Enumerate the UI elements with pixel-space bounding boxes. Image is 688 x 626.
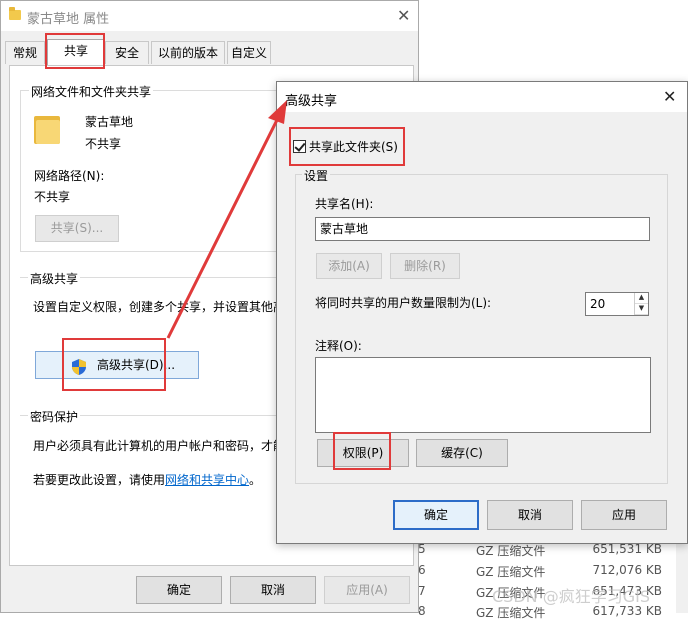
annotation-arrow xyxy=(166,100,287,339)
watermark: CSDN @疯狂学习GIS xyxy=(492,587,650,606)
